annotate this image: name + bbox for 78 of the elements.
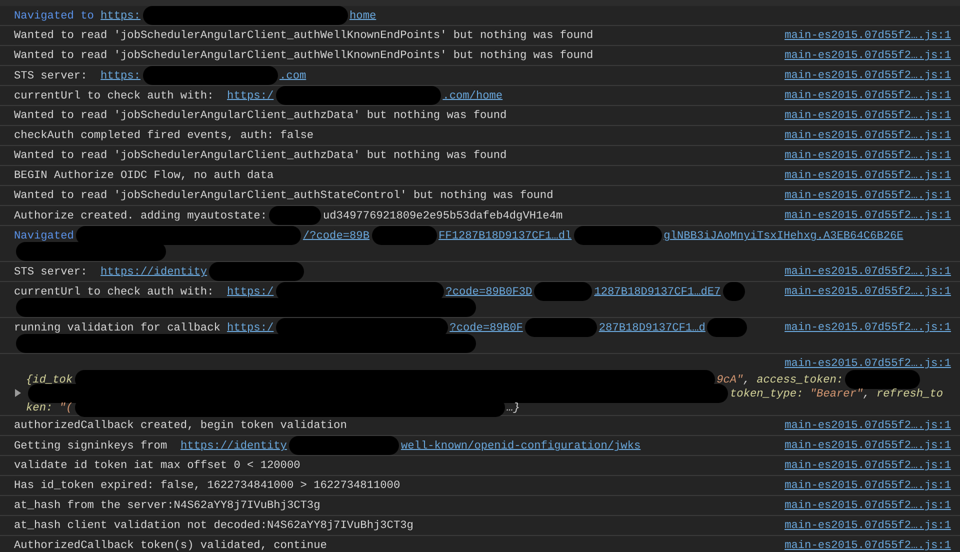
source-link[interactable]: main-es2015.07d55f2….js:1	[784, 48, 951, 64]
log-text: Getting signinkeys from	[14, 440, 168, 452]
object-string: "Bearer"	[810, 388, 864, 400]
object-string: "(	[59, 402, 73, 414]
log-text: Navigated to	[14, 10, 95, 22]
log-text: currentUrl to check auth with:	[14, 286, 215, 298]
source-link[interactable]: main-es2015.07d55f2….js:1	[784, 458, 951, 474]
url-link[interactable]: https://identity	[180, 440, 287, 452]
log-text: Wanted to read 'jobSchedulerAngularClient_authWellKnownEndPoints' but nothing was found	[14, 30, 594, 42]
log-text: Wanted to read 'jobSchedulerAngularClient_authStateControl' but nothing was found	[14, 190, 554, 202]
source-link[interactable]: main-es2015.07d55f2….js:1	[784, 498, 951, 514]
redaction-mark	[722, 282, 745, 301]
log-text: ud349776921809e2e95b53dafeb4dgVH1e4m	[322, 210, 563, 222]
log-text: Wanted to read 'jobSchedulerAngularClient_authzData' but nothing was found	[14, 110, 507, 122]
log-text: STS server:	[14, 70, 88, 82]
source-link[interactable]: main-es2015.07d55f2….js:1	[784, 518, 951, 534]
url-link[interactable]: https:/	[227, 322, 274, 334]
log-text: running validation for callback	[14, 322, 222, 334]
url-link[interactable]: glNBB3iJAoMnyiTsxIHehxg.A3EB64C6B26E	[664, 230, 904, 242]
source-link[interactable]: main-es2015.07d55f2….js:1	[784, 168, 951, 184]
object-key: ken:	[26, 402, 60, 414]
url-link[interactable]: ?code=89B0F3D	[446, 286, 532, 298]
source-link[interactable]: main-es2015.07d55f2….js:1	[784, 356, 951, 372]
log-text: Authorize created. adding myautostate:	[14, 210, 267, 222]
source-link[interactable]: main-es2015.07d55f2….js:1	[784, 320, 951, 336]
url-link[interactable]: home	[350, 10, 376, 22]
object-key: access_token:	[756, 374, 844, 386]
url-link[interactable]: .com	[280, 70, 306, 82]
source-link[interactable]: main-es2015.07d55f2….js:1	[784, 68, 951, 84]
url-link[interactable]: https:/	[227, 286, 274, 298]
object-key: token_type:	[730, 388, 810, 400]
source-link[interactable]: main-es2015.07d55f2….js:1	[784, 438, 951, 454]
source-link[interactable]: main-es2015.07d55f2….js:1	[784, 28, 951, 44]
url-link[interactable]: 1287B18D9137CF1…dE7	[594, 286, 721, 298]
source-link[interactable]: main-es2015.07d55f2….js:1	[784, 538, 951, 552]
url-link[interactable]: https:	[100, 70, 140, 82]
log-text: Wanted to read 'jobSchedulerAngularClient_authzData' but nothing was found	[14, 150, 507, 162]
object-string: 9cA"	[716, 374, 744, 386]
url-link[interactable]: well-known/openid-configuration/jwks	[400, 440, 641, 452]
object-punctuation: ,	[863, 388, 871, 400]
source-link[interactable]: main-es2015.07d55f2….js:1	[784, 418, 951, 434]
url-link[interactable]: .com/home	[442, 90, 503, 102]
log-text: Wanted to read 'jobSchedulerAngularClient_authWellKnownEndPoints' but nothing was found	[14, 50, 594, 62]
redaction-mark	[707, 318, 748, 337]
redaction-mark	[534, 282, 592, 301]
object-key: {id_tok	[26, 374, 73, 386]
url-link[interactable]: 287B18D9137CF1…d	[598, 322, 706, 334]
source-link[interactable]: main-es2015.07d55f2….js:1	[784, 148, 951, 164]
log-text: STS server:	[14, 266, 88, 278]
object-punctuation: ,	[743, 374, 751, 386]
url-link[interactable]: FF1287B18D9137CF1…dl	[438, 230, 572, 242]
log-text: AuthorizedCallback token(s) validated, continue	[14, 540, 327, 552]
log-text: BEGIN Authorize OIDC Flow, no auth data	[14, 170, 274, 182]
url-link[interactable]: https:/	[227, 90, 274, 102]
url-link[interactable]: ?code=89B0F	[450, 322, 523, 334]
source-link[interactable]: main-es2015.07d55f2….js:1	[784, 88, 951, 104]
source-link[interactable]: main-es2015.07d55f2….js:1	[784, 128, 951, 144]
log-text: currentUrl to check auth with:	[14, 90, 215, 102]
log-text: validate id token iat max offset 0 < 120000	[14, 460, 300, 472]
source-link[interactable]: main-es2015.07d55f2….js:1	[784, 108, 951, 124]
expand-arrow-icon[interactable]	[14, 389, 21, 397]
log-text: checkAuth completed fired events, auth: false	[14, 130, 314, 142]
source-link[interactable]: main-es2015.07d55f2….js:1	[784, 284, 951, 300]
log-text: authorizedCallback created, begin token validation	[14, 420, 347, 432]
object-key: refresh_to	[876, 388, 944, 400]
url-link[interactable]: https:	[100, 10, 140, 22]
log-text: Navigated	[14, 230, 74, 242]
redaction-mark	[372, 226, 436, 245]
log-text: at_hash from the server:N4S62aYY8j7IVuBhj3CT3g	[14, 500, 320, 512]
url-link[interactable]: https://identity	[100, 266, 208, 278]
log-text: Has id_token expired: false, 1622734841000 > 1622734811000	[14, 480, 400, 492]
source-link[interactable]: main-es2015.07d55f2….js:1	[784, 264, 951, 280]
source-link[interactable]: main-es2015.07d55f2….js:1	[784, 188, 951, 204]
url-link[interactable]: /?code=89B	[302, 230, 370, 242]
source-link[interactable]: main-es2015.07d55f2….js:1	[784, 208, 951, 224]
log-text: at_hash client validation not decoded:N4S62aYY8j7IVuBhj3CT3g	[14, 520, 414, 532]
source-link[interactable]: main-es2015.07d55f2….js:1	[784, 478, 951, 494]
object-punctuation: …}	[506, 402, 520, 414]
